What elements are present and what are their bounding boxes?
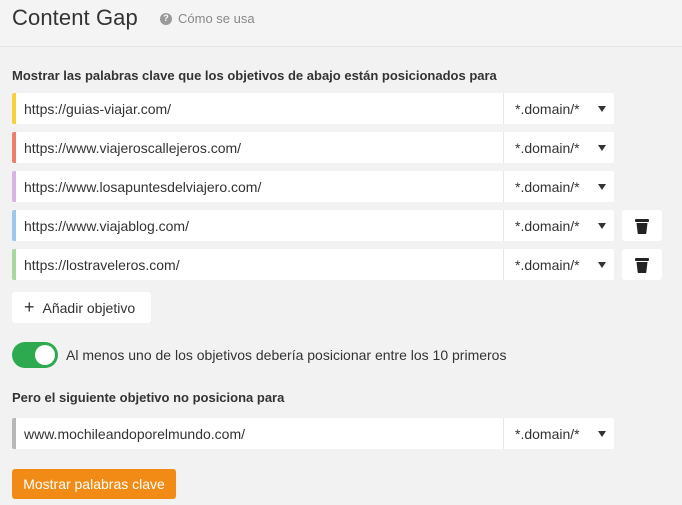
exclude-mode-value: *.domain/* <box>515 425 580 442</box>
remove-target-button[interactable] <box>622 249 662 280</box>
exclude-target-row: *.domain/* <box>12 418 614 449</box>
target-mode-select[interactable]: *.domain/* <box>504 249 614 280</box>
toggle-knob <box>35 345 55 365</box>
caret-down-icon <box>598 183 606 190</box>
help-link[interactable]: ? Cómo se usa <box>160 11 255 26</box>
target-url-input[interactable] <box>16 249 504 280</box>
exclude-mode-select[interactable]: *.domain/* <box>504 418 614 449</box>
target-url-input[interactable] <box>16 93 504 124</box>
top10-toggle-label: Al menos uno de los objetivos debería po… <box>66 347 507 363</box>
remove-target-button[interactable] <box>622 210 662 241</box>
target-url-input[interactable] <box>16 210 504 241</box>
target-row: *.domain/* <box>12 93 614 124</box>
target-row: *.domain/* <box>12 171 614 202</box>
caret-down-icon <box>598 105 606 112</box>
header: Content Gap ? Cómo se usa <box>0 0 682 47</box>
target-row: *.domain/* <box>12 249 614 280</box>
add-target-button[interactable]: + Añadir objetivo <box>12 292 151 323</box>
plus-icon: + <box>24 296 35 317</box>
caret-down-icon <box>598 222 606 229</box>
caret-down-icon <box>598 261 606 268</box>
target-mode-value: *.domain/* <box>515 178 580 195</box>
exclude-section-label: Pero el siguiente objetivo no posiciona … <box>12 390 285 405</box>
show-keywords-button[interactable]: Mostrar palabras clave <box>12 469 176 499</box>
target-mode-select[interactable]: *.domain/* <box>504 93 614 124</box>
target-mode-value: *.domain/* <box>515 217 580 234</box>
help-label: Cómo se usa <box>178 11 255 26</box>
caret-down-icon <box>598 430 606 437</box>
target-mode-select[interactable]: *.domain/* <box>504 132 614 163</box>
question-icon: ? <box>160 12 172 25</box>
exclude-url-input[interactable] <box>16 418 504 449</box>
target-mode-value: *.domain/* <box>515 139 580 156</box>
page-title: Content Gap <box>12 5 138 30</box>
targets-section-label: Mostrar las palabras clave que los objet… <box>12 68 497 83</box>
target-url-input[interactable] <box>16 171 504 202</box>
target-mode-value: *.domain/* <box>515 100 580 117</box>
trash-icon <box>635 218 649 234</box>
top10-toggle[interactable] <box>12 342 58 368</box>
caret-down-icon <box>598 144 606 151</box>
add-target-label: Añadir objetivo <box>42 299 136 316</box>
target-row: *.domain/* <box>12 132 614 163</box>
target-mode-value: *.domain/* <box>515 256 580 273</box>
target-row: *.domain/* <box>12 210 614 241</box>
target-url-input[interactable] <box>16 132 504 163</box>
trash-icon <box>635 257 649 273</box>
target-mode-select[interactable]: *.domain/* <box>504 171 614 202</box>
target-mode-select[interactable]: *.domain/* <box>504 210 614 241</box>
